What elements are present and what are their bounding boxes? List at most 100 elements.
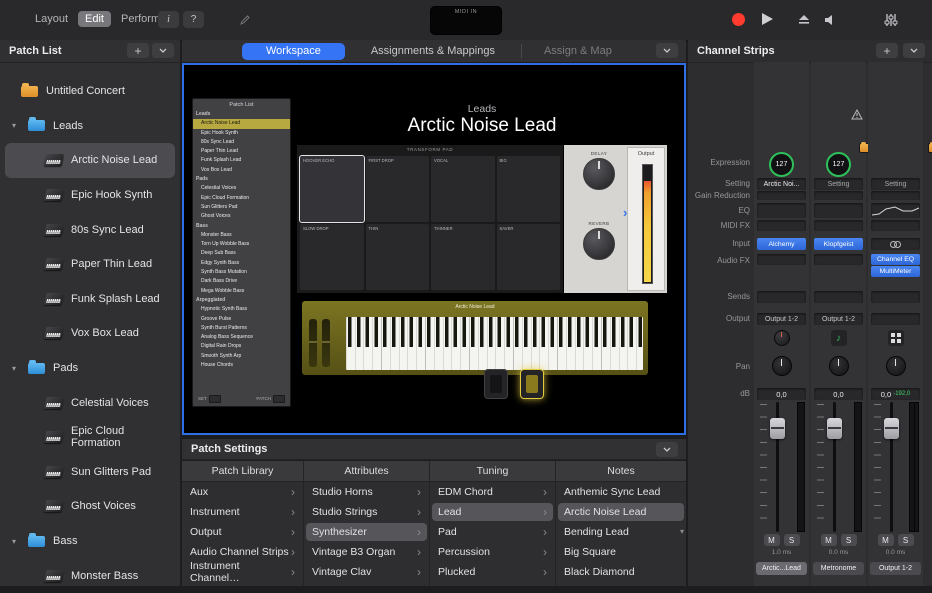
eq-display[interactable]	[757, 203, 806, 218]
transform-pad[interactable]: VOCAL	[431, 156, 495, 222]
transform-pad[interactable]: THIN	[366, 224, 430, 290]
sends-slot[interactable]	[871, 291, 920, 303]
transform-pad[interactable]: SAVER	[497, 224, 561, 290]
tab-assignments-mappings[interactable]: Assignments & Mappings	[371, 45, 495, 57]
disclosure-icon[interactable]: ▾	[8, 121, 20, 130]
pan-knob[interactable]	[772, 356, 792, 376]
output-selector[interactable]: Output 1-2	[757, 313, 806, 325]
input-plugin-button[interactable]: Klopfgeist	[814, 238, 863, 250]
patch-library-row[interactable]: Audio Channel Strips	[182, 542, 303, 562]
mini-patch-item[interactable]: Hypnotic Synth Bass	[193, 305, 290, 314]
workspace-action-menu[interactable]	[656, 43, 678, 58]
transform-pad[interactable]: HOOVER ECHO	[300, 156, 364, 222]
mode-edit[interactable]: Edit	[78, 11, 111, 27]
output-selector[interactable]	[871, 313, 920, 325]
transform-pad-screen[interactable]: TRANSFORM PAD HOOVER ECHOFIRST DROPVOCAL…	[296, 144, 564, 294]
tuning-row[interactable]: Pad	[430, 522, 555, 542]
mini-patch-item[interactable]: Epic Hook Synth	[193, 129, 290, 138]
sends-slot[interactable]	[814, 291, 863, 303]
setting-field[interactable]: Setting	[814, 178, 863, 190]
volume-fader[interactable]	[757, 402, 806, 532]
channel-strip-output[interactable]: Setting Channel EQ MultiMeter 0,0-192,0	[868, 62, 923, 586]
attributes-row[interactable]: Studio Strings	[304, 502, 429, 522]
notes-row[interactable]: Arctic Noise Lead	[558, 503, 684, 521]
balance-knob[interactable]	[886, 356, 906, 376]
input-plugin-button[interactable]: Alchemy	[757, 238, 806, 250]
tuning-row[interactable]: EDM Chord	[430, 482, 555, 502]
strip-name-footer[interactable]: Output 1-2	[870, 562, 921, 575]
mini-patch-item[interactable]: Ghost Voices	[193, 212, 290, 221]
solo-button[interactable]: S	[841, 534, 857, 546]
record-button[interactable]	[732, 13, 745, 26]
assign-map-button[interactable]: Assign & Map	[544, 45, 612, 57]
notes-row[interactable]: Big Square	[556, 542, 686, 562]
help-icon[interactable]	[183, 11, 204, 28]
volume-db-field[interactable]: 0,0	[814, 388, 863, 400]
mini-patch-item[interactable]: Smooth Synth Arp	[193, 352, 290, 361]
info-icon[interactable]	[158, 11, 179, 28]
mini-patch-item[interactable]: House Chords	[193, 361, 290, 370]
attributes-row[interactable]: Vintage B3 Organ	[304, 542, 429, 562]
strip-name-footer[interactable]: Metronome	[813, 562, 864, 575]
mini-patch-item[interactable]: Torn Up Wobble Bass	[193, 240, 290, 249]
fader-cap[interactable]	[770, 418, 785, 439]
output-selector[interactable]: Output 1-2	[814, 313, 863, 325]
midi-fx-slot[interactable]	[757, 220, 806, 231]
attributes-row[interactable]: Studio Horns	[304, 482, 429, 502]
volume-db-field[interactable]: 0,0-192,0	[871, 388, 920, 400]
patch-list-item[interactable]: Sun Glitters Pad	[5, 455, 175, 490]
tab-workspace[interactable]: Workspace	[242, 43, 345, 60]
column-header[interactable]: Patch Library	[182, 461, 303, 482]
reverb-knob-dial[interactable]	[583, 228, 615, 260]
keypad-icon[interactable]	[888, 330, 904, 346]
notes-row[interactable]: Black Diamond	[556, 562, 686, 582]
volume-db-field[interactable]: 0,0	[757, 388, 806, 400]
tuning-row[interactable]: Percussion	[430, 542, 555, 562]
strip-name-footer[interactable]: Arctic...Lead	[756, 562, 807, 575]
mini-patch-item[interactable]: Digital Rain Drops	[193, 342, 290, 351]
pedal-1[interactable]	[484, 369, 508, 399]
patch-selector[interactable]: PATCH	[256, 395, 285, 403]
keyboard-screen-control[interactable]: Arctic Noise Lead	[302, 301, 648, 375]
channel-strip-1[interactable]: 127 Arctic Noi... Alchemy Output 1-2 0,0…	[754, 62, 809, 586]
sends-slot[interactable]	[757, 291, 806, 303]
mini-patch-item[interactable]: Groove Pulse	[193, 315, 290, 324]
setting-field[interactable]: Setting	[871, 178, 920, 190]
mini-patch-item[interactable]: Arctic Noise Lead	[193, 119, 290, 128]
transform-pad[interactable]: SLOW DROP	[300, 224, 364, 290]
mute-button[interactable]: M	[878, 534, 894, 546]
patch-list-folder-leads[interactable]: ▾ Leads	[5, 109, 175, 144]
mini-patch-list[interactable]: Patch List Leads Arctic Noise LeadEpic H…	[192, 98, 291, 407]
mini-patch-item[interactable]: Analog Bass Sequence	[193, 333, 290, 342]
patch-list-item[interactable]: Monster Bass	[5, 558, 175, 593]
pan-knob[interactable]	[829, 356, 849, 376]
volume-fader[interactable]	[814, 402, 863, 532]
patch-settings-action-menu[interactable]	[656, 442, 678, 457]
piano-keys[interactable]	[346, 317, 643, 370]
channel-strips-action-menu[interactable]	[903, 43, 925, 58]
patch-list-item[interactable]: 80s Sync Lead	[5, 212, 175, 247]
mini-patch-item[interactable]: Funk Splash Lead	[193, 156, 290, 165]
mini-patch-item[interactable]: Celestial Voices	[193, 184, 290, 193]
expression-knob[interactable]: 127	[826, 152, 851, 177]
volume-fader[interactable]	[871, 402, 920, 532]
mode-layout[interactable]: Layout	[28, 11, 75, 27]
delay-knob[interactable]: DELAY	[576, 151, 622, 190]
mini-patch-item[interactable]: Monster Bass	[193, 231, 290, 240]
channel-strip-2[interactable]: 127 Setting Klopfgeist Output 1-2 0,0 M …	[811, 62, 866, 586]
transform-pad[interactable]: THINNER	[431, 224, 495, 290]
gain-knob[interactable]	[774, 330, 790, 346]
fader-cap[interactable]	[827, 418, 842, 439]
add-channel-strip-button[interactable]	[876, 43, 898, 58]
stereo-input-icon[interactable]	[871, 238, 920, 250]
patch-list-folder-pads[interactable]: ▾ Pads	[5, 351, 175, 386]
solo-button[interactable]: S	[898, 534, 914, 546]
patch-list-item-concert[interactable]: Untitled Concert	[5, 74, 175, 109]
tuning-row[interactable]: Plucked	[430, 562, 555, 582]
patch-list-item[interactable]: Vox Box Lead	[5, 316, 175, 351]
eject-icon[interactable]	[797, 13, 811, 31]
mute-button[interactable]: M	[821, 534, 837, 546]
eq-display[interactable]	[871, 203, 920, 218]
patch-list-item[interactable]: Epic Cloud Formation	[5, 420, 175, 455]
patch-list-item[interactable]: Arctic Noise Lead	[5, 143, 175, 178]
